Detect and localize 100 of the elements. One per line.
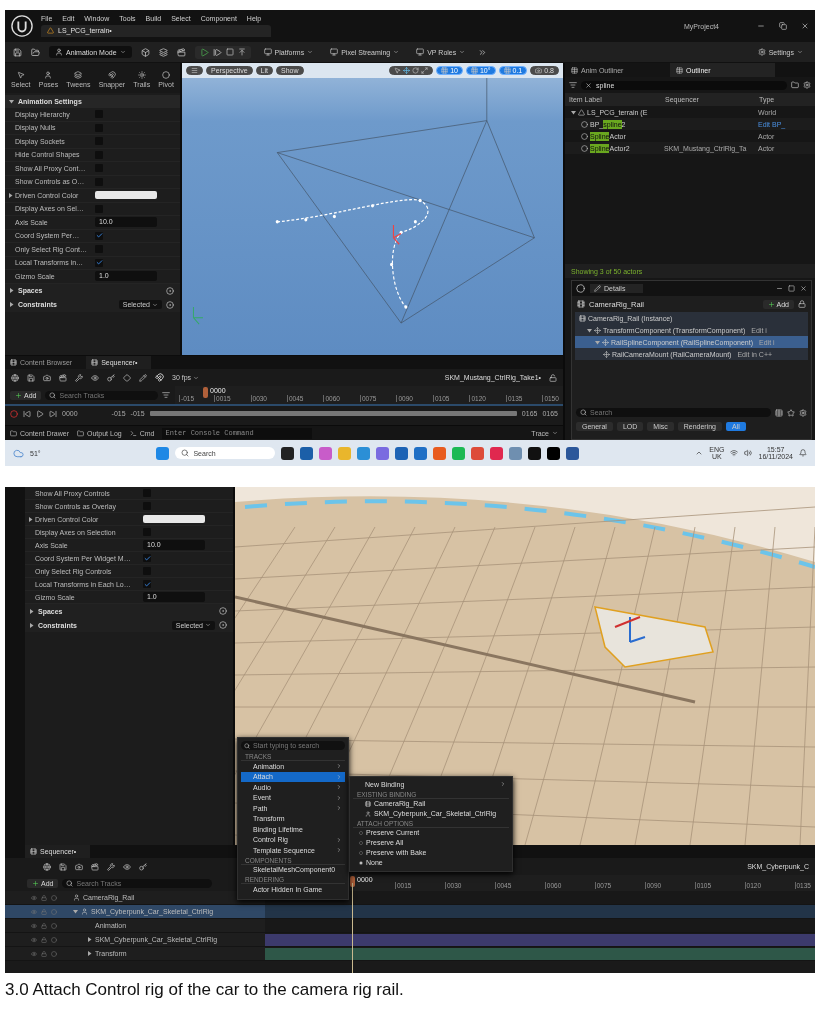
expand-arrow-icon[interactable] xyxy=(87,937,92,942)
viewport-menu-button[interactable] xyxy=(186,66,203,75)
eye-icon[interactable] xyxy=(123,862,131,871)
playhead-handle[interactable] xyxy=(350,876,355,887)
save-icon[interactable] xyxy=(27,373,35,382)
eye-icon[interactable] xyxy=(31,894,37,901)
add-circle-icon[interactable] xyxy=(166,286,174,295)
search-icon[interactable] xyxy=(181,449,190,457)
start-button[interactable] xyxy=(156,446,170,460)
wifi-icon[interactable] xyxy=(730,449,739,457)
table-icon[interactable] xyxy=(775,408,783,417)
skip-forward-icon[interactable] xyxy=(49,409,57,418)
expand-arrow-icon[interactable] xyxy=(571,109,576,115)
camera-icon[interactable] xyxy=(75,862,83,871)
list-icon[interactable] xyxy=(571,66,578,74)
maximize-icon[interactable] xyxy=(788,285,795,292)
menu-icon[interactable] xyxy=(191,67,198,74)
lock-icon[interactable] xyxy=(549,373,557,382)
world-icon[interactable] xyxy=(43,862,51,871)
plus-icon[interactable] xyxy=(15,391,22,399)
play-icon[interactable] xyxy=(36,409,44,418)
color-swatch[interactable] xyxy=(95,191,157,200)
eject-icon[interactable] xyxy=(237,48,246,56)
checkbox[interactable] xyxy=(143,554,151,562)
close-icon[interactable] xyxy=(801,22,809,30)
clear-icon[interactable] xyxy=(585,81,592,89)
eye-icon[interactable] xyxy=(91,373,99,382)
chevron-down-icon[interactable] xyxy=(205,622,211,628)
sun-icon[interactable] xyxy=(137,71,146,79)
chevron-down-icon[interactable] xyxy=(459,49,466,55)
monitor-icon[interactable] xyxy=(416,48,425,56)
checkbox[interactable] xyxy=(95,258,103,267)
radio-dot[interactable] xyxy=(359,830,363,835)
expand-arrow-icon[interactable] xyxy=(27,516,33,522)
lock-icon[interactable] xyxy=(798,300,806,308)
radio-dot[interactable] xyxy=(359,840,363,845)
volume-icon[interactable] xyxy=(744,449,753,457)
add-circle-icon[interactable] xyxy=(219,607,227,615)
rotate-icon[interactable] xyxy=(412,67,420,74)
monitor-icon[interactable] xyxy=(330,48,339,56)
film-icon[interactable] xyxy=(30,848,37,855)
monitor-icon[interactable] xyxy=(263,48,272,56)
cursor-icon[interactable] xyxy=(394,67,402,74)
chevron-down-icon[interactable] xyxy=(797,49,803,55)
layers-icon[interactable] xyxy=(74,71,83,79)
expand-arrow-icon[interactable] xyxy=(29,608,34,614)
eye-icon[interactable] xyxy=(31,922,37,929)
film-icon[interactable] xyxy=(91,359,99,366)
checkbox[interactable] xyxy=(95,231,103,240)
settings-icon[interactable] xyxy=(799,408,807,417)
chevron-down-icon[interactable] xyxy=(552,430,558,436)
figure-icon[interactable] xyxy=(44,71,53,79)
chevron-down-icon[interactable] xyxy=(193,374,200,381)
minimize-icon[interactable] xyxy=(776,285,783,292)
chevron-up-icon[interactable] xyxy=(695,449,704,457)
cinematics-icon[interactable] xyxy=(176,47,186,57)
add-circle-icon[interactable] xyxy=(219,621,227,629)
range-scrollbar[interactable] xyxy=(149,411,517,416)
expand-arrow-icon[interactable] xyxy=(9,288,14,293)
playhead-handle[interactable] xyxy=(203,387,208,398)
restore-icon[interactable] xyxy=(779,22,787,30)
star-icon[interactable] xyxy=(787,408,795,417)
clapperboard-icon[interactable] xyxy=(59,373,67,382)
world-icon[interactable] xyxy=(11,373,19,382)
expand-arrow-icon[interactable] xyxy=(87,951,92,956)
skip-back-icon[interactable] xyxy=(23,409,31,418)
folder-icon[interactable] xyxy=(31,47,40,57)
terminal-icon[interactable] xyxy=(129,429,137,437)
expand-arrow-icon[interactable] xyxy=(7,192,13,198)
plus-icon[interactable] xyxy=(32,879,39,887)
add-actor-icon[interactable] xyxy=(140,47,150,57)
add-folder-icon[interactable] xyxy=(791,81,799,89)
key-icon[interactable] xyxy=(107,373,115,382)
circle-icon[interactable] xyxy=(162,71,171,79)
wrench-icon[interactable] xyxy=(107,862,115,871)
expand-arrow-icon[interactable] xyxy=(73,909,78,914)
color-swatch[interactable] xyxy=(143,515,205,523)
more-icon[interactable] xyxy=(478,47,488,57)
filter-icon[interactable] xyxy=(569,81,577,89)
transform-tools[interactable] xyxy=(389,66,434,75)
close-icon[interactable] xyxy=(800,285,807,292)
magnet-icon[interactable] xyxy=(107,71,116,79)
camera-icon[interactable] xyxy=(43,373,51,382)
notification-icon[interactable] xyxy=(799,449,807,457)
taskbar-app-icon[interactable] xyxy=(547,446,561,460)
key-icon[interactable] xyxy=(139,862,147,871)
expand-arrow-icon[interactable] xyxy=(9,99,14,104)
radio-dot[interactable] xyxy=(359,860,363,865)
figure-icon[interactable] xyxy=(365,810,371,817)
pencil-icon[interactable] xyxy=(139,373,147,382)
minimize-icon[interactable] xyxy=(757,22,765,30)
save-icon[interactable] xyxy=(13,47,22,57)
blueprint-icon[interactable] xyxy=(158,47,168,57)
film-icon[interactable] xyxy=(10,359,17,366)
folder-icon[interactable] xyxy=(10,429,17,437)
stop-icon[interactable] xyxy=(225,48,234,56)
wrench-icon[interactable] xyxy=(75,373,83,382)
record-icon[interactable] xyxy=(10,409,18,418)
folder-icon[interactable] xyxy=(77,429,85,437)
list-icon[interactable] xyxy=(676,66,683,74)
